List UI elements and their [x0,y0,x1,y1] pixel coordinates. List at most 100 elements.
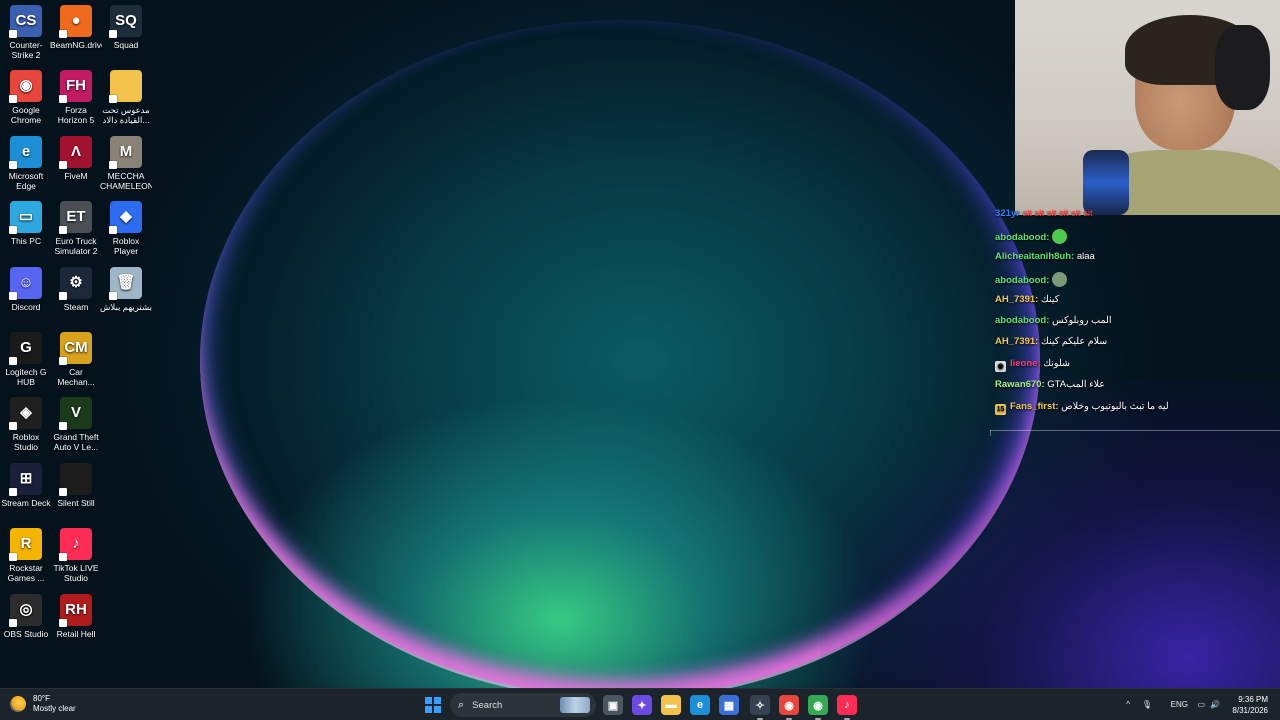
chat-text: سلام عليكم كينك [1040,336,1108,348]
chat-message: AH_7391: كينك [995,294,1059,305]
volume-icon[interactable]: 🔊 [1210,700,1220,709]
language-indicator[interactable]: ENG [1171,700,1188,709]
edge-taskbar-icon[interactable]: e [690,695,710,715]
stream-deck-icon: ⊞ [9,463,42,496]
search-highlight-icon [560,697,590,713]
weather-condition: Mostly clear [33,704,76,713]
desktop-icon[interactable]: ● BeamNG.drive [50,5,102,50]
desktop-icon[interactable]: ♪ TikTok LIVE Studio [50,528,102,583]
chrome-icon: ◉ [9,70,42,103]
chat-username: 321yr [995,208,1020,219]
store-icon[interactable]: ▦ [719,695,739,715]
desktop-icon[interactable]: مدعوس تحت القيادة دالاد... [100,70,152,125]
chat-emote-icon [1052,229,1067,245]
mic-icon[interactable]: 🎙 [1142,700,1152,709]
desktop-icon[interactable]: Λ FiveM [50,136,102,181]
desktop-icon[interactable]: CS Counter-Strike 2 [0,5,52,60]
desktop-icon-label: Squad [113,40,139,50]
desktop-icon[interactable]: ◈ Roblox Studio [0,397,52,452]
chat-text: sit sit sit sit sit sit [1022,208,1093,219]
chat-message: AH_7391: سلام عليكم كينك [995,336,1107,347]
desktop-icon[interactable]: SQ Squad [100,5,152,50]
desktop-icon[interactable]: e Microsoft Edge [0,136,52,191]
desktop-icon[interactable]: CM Car Mechan... [50,332,102,387]
tiktok-icon: ♪ [59,528,92,561]
file-explorer-icon[interactable]: ▬ [661,695,681,715]
chrome-taskbar-icon[interactable]: ◉ [779,695,799,720]
desktop-icon[interactable]: 🗑 بشتريهم ببلاش [100,267,152,312]
desktop-icon[interactable]: V Grand Theft Auto V Le... [50,397,102,452]
desktop-icon[interactable]: ◆ Roblox Player [100,201,152,256]
weather-widget[interactable]: 80°F Mostly clear [10,694,76,714]
chat-divider [990,430,1280,436]
clock-time: 9:36 PM [1238,695,1268,704]
chat-message: 15 Fans_first: ليه ما تبث باليوتيوب وخلاص [995,401,1169,415]
desktop-icon-label: Car Mechan... [57,367,95,387]
chat-message: 321yr sit sit sit sit sit sit [995,208,1093,219]
desktop-icon-label: مدعوس تحت القيادة دالاد... [102,105,150,125]
chat-username: Alicheaitanih8uh: [995,250,1075,262]
desktop-icon-label: بشتريهم ببلاش [100,302,152,312]
gta-icon: V [59,397,92,430]
retail-hell-icon: RH [59,594,92,627]
desktop-icon-label: Stream Deck [1,498,51,508]
desktop-icon[interactable]: ☺ Discord [0,267,52,312]
chat-text: GTAعلاء المب [1047,379,1105,391]
chat-text: شلونك [1043,357,1070,369]
desktop-icon[interactable]: R Rockstar Games ... [0,528,52,583]
taskbar-search[interactable]: ⌕ Search [450,693,596,717]
desktop-icon[interactable]: FH Forza Horizon 5 [50,70,102,125]
meccha-icon: M [109,136,142,169]
chat-message: abodabood: [995,272,1067,288]
tiktok-taskbar-icon[interactable]: ♪ [837,695,857,720]
desktop-icon-label: Logitech G HUB [5,367,47,387]
desktop-icon[interactable]: G Logitech G HUB [0,332,52,387]
chat-username: lieone: [1010,357,1041,369]
desktop-icon[interactable]: ⊞ Stream Deck [0,463,52,508]
desktop-icon-label: BeamNG.drive [50,40,102,50]
chrome-profile-taskbar-icon[interactable]: ◉ [808,695,828,720]
chat-username: Fans_first: [1010,400,1059,412]
desktop-icon-label: TikTok LIVE Studio [53,563,99,583]
chevron-up-icon[interactable]: ^ [1126,700,1130,709]
desktop-icon[interactable]: Silent Still [50,463,102,508]
ets2-icon: ET [59,201,92,234]
desktop-icon-label: OBS Studio [3,629,49,639]
logitech-icon: G [9,332,42,365]
desktop-icon-label: MECCHA CHAMELEON [100,171,152,191]
clock[interactable]: 9:36 PM 8/31/2026 [1232,694,1268,716]
desktop-icon[interactable]: RH Retail Hell [50,594,102,639]
desktop-icon[interactable]: ◎ OBS Studio [0,594,52,639]
desktop-icon-label: Discord [11,302,41,312]
chat-emote-icon [1052,272,1067,288]
network-icon[interactable]: ▭ [1197,700,1205,709]
cs2-taskbar-icon[interactable]: ✧ [750,695,770,720]
desktop-icon-label: Roblox Player [112,236,140,256]
task-view-icon[interactable]: ▣ [603,695,623,715]
folder-icon [109,70,142,103]
chat-username: abodabood: [995,275,1050,287]
chat-message: Alicheaitanih8uh: alaa [995,251,1095,262]
roblox-studio-icon: ◈ [9,397,42,430]
start-button[interactable] [425,697,441,713]
desktop-icon[interactable]: ▭ This PC [0,201,52,246]
fivem-icon: Λ [59,136,92,169]
chat-username: abodabood: [995,315,1050,326]
desktop-icon[interactable]: ◉ Google Chrome [0,70,52,125]
desktop-icon-label: Roblox Studio [12,432,40,452]
chat-username: Rawan670: [995,379,1045,391]
search-icon: ⌕ [458,698,465,711]
chat-text: كينك [1040,293,1060,305]
rockstar-icon: R [9,528,42,561]
chat-message: ◉ lieone: شلونك [995,358,1070,372]
desktop-icon[interactable]: ⚙ Steam [50,267,102,312]
stream-chat-overlay: 321yr sit sit sit sit sit sit abodabood: … [990,186,1280,436]
beamng-icon: ● [59,5,92,38]
monitor-icon: ▭ [9,201,42,234]
copilot-icon[interactable]: ✦ [632,695,652,715]
desktop-icon[interactable]: M MECCHA CHAMELEON [100,136,152,191]
discord-icon: ☺ [9,267,42,300]
desktop-icon-label: Retail Hell [56,629,96,639]
chat-badge-icon: 15 [995,403,1006,415]
desktop-icon[interactable]: ET Euro Truck Simulator 2 [50,201,102,256]
